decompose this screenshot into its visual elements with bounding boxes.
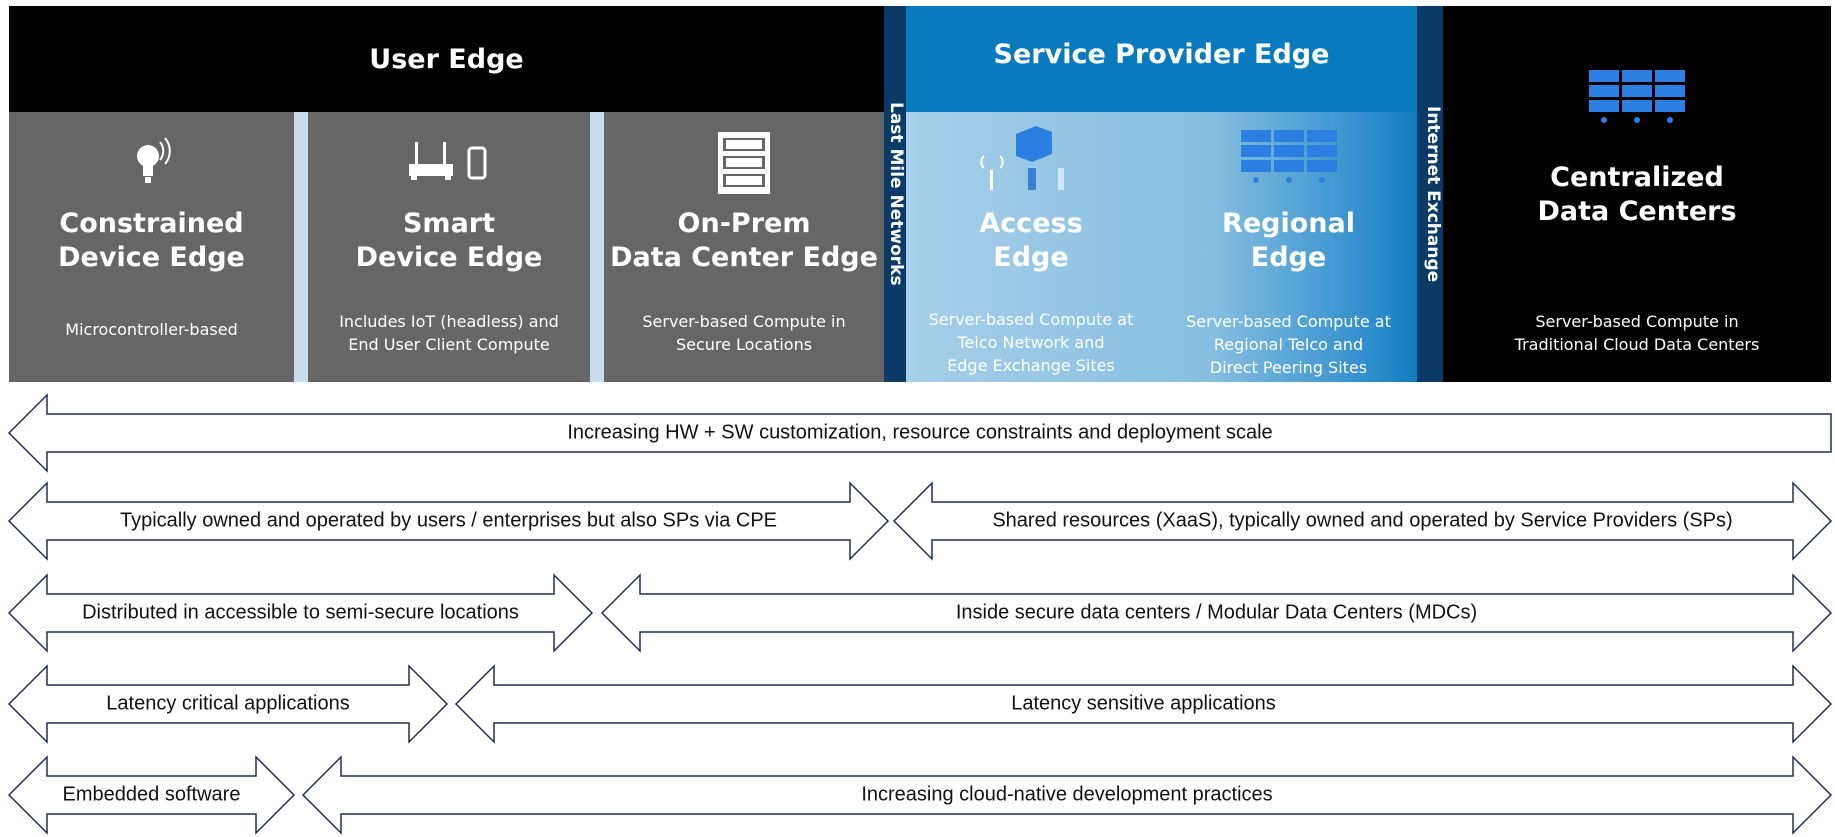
arrow-label: Shared resources (XaaS), typically owned…: [992, 509, 1733, 532]
arrow-label: Inside secure data centers / Modular Dat…: [955, 601, 1478, 624]
arrow-label: Increasing cloud-native development prac…: [861, 783, 1273, 806]
arrow-label: Latency critical applications: [106, 692, 350, 715]
arrow-label: Embedded software: [62, 783, 241, 806]
arrow-label: Typically owned and operated by users / …: [119, 509, 778, 532]
arrow-label: Latency sensitive applications: [1011, 692, 1276, 715]
arrow-label: Distributed in accessible to semi-secure…: [82, 601, 519, 624]
arrow-label: Increasing HW + SW customization, resour…: [567, 421, 1273, 444]
